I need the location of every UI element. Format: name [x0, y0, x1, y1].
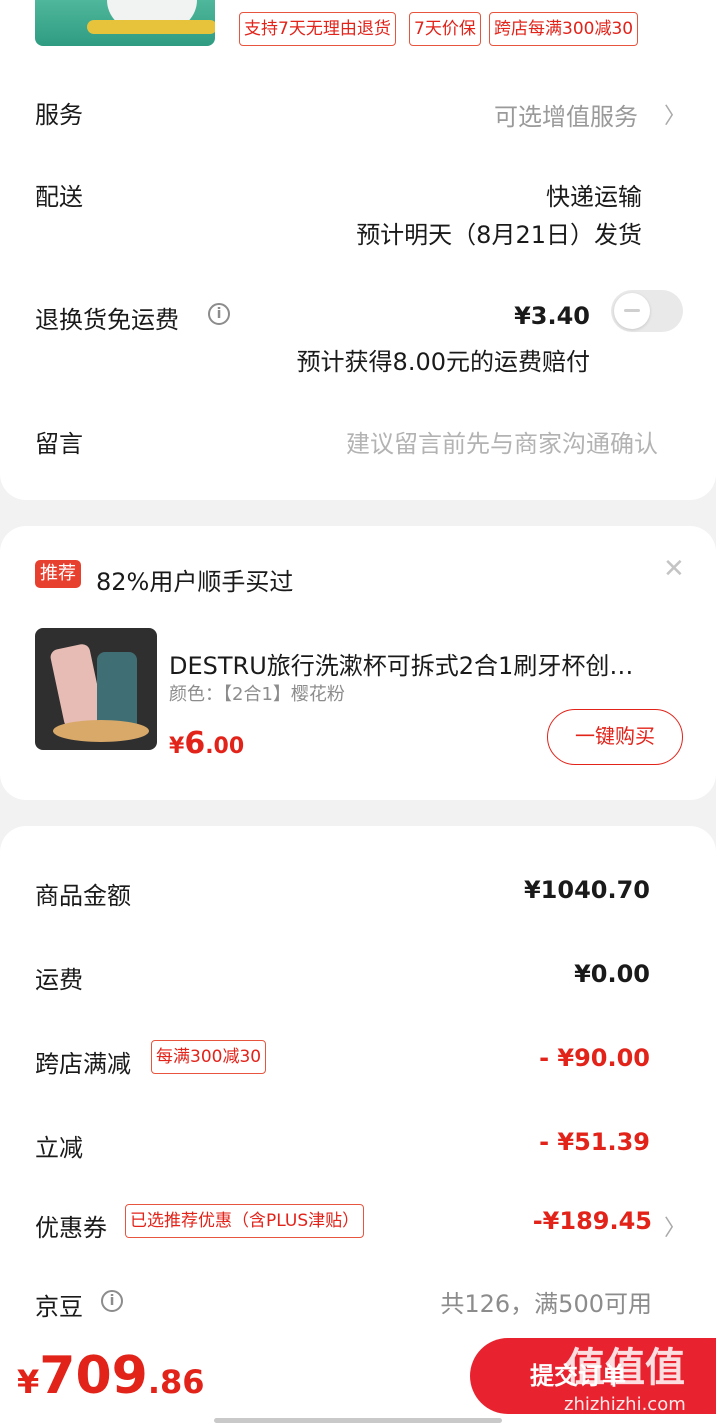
cross-store-value: - ¥90.00 [539, 1044, 650, 1072]
close-icon[interactable]: ✕ [663, 554, 685, 584]
goods-amount-value: ¥1040.70 [523, 876, 650, 904]
home-indicator[interactable] [214, 1418, 502, 1423]
instant-discount-label: 立减 [35, 1134, 83, 1162]
tag-7day-return: 支持7天无理由退货 [239, 12, 396, 46]
jingdou-value: 共126，满500可用 [440, 1290, 652, 1318]
service-value[interactable]: 可选增值服务 [440, 97, 638, 132]
coupon-tag[interactable]: 已选推荐优惠（含PLUS津贴） [125, 1204, 365, 1238]
return-insurance-label: 退换货免运费 [35, 306, 179, 334]
recommend-badge: 推荐 [35, 560, 81, 588]
watermark-url: zhizhizhi.com [564, 1394, 686, 1415]
tag-price-protect: 7天价保 [409, 12, 481, 46]
coupon-label: 优惠券 [35, 1214, 107, 1242]
recommendation-card: 推荐 82%用户顺手买过 ✕ DESTRU旅行洗漱杯可拆式2合1刷牙杯创… 颜色… [0, 526, 716, 800]
delivery-eta: 预计明天（8月21日）发货 [356, 221, 642, 249]
watermark-logo: 值值值 [565, 1345, 685, 1391]
instant-discount-value: - ¥51.39 [539, 1128, 650, 1156]
recommend-title: 82%用户顺手买过 [96, 568, 294, 596]
shipping-label: 运费 [35, 966, 83, 994]
info-icon[interactable]: i [208, 303, 230, 325]
price-currency: ¥ [169, 734, 185, 759]
delivery-label: 配送 [35, 183, 83, 211]
return-insurance-note: 预计获得8.00元的运费赔付 [296, 348, 590, 376]
chevron-right-icon[interactable]: 〉 [664, 98, 686, 130]
chevron-right-icon[interactable]: 〉 [664, 1210, 686, 1242]
total-decimal: .86 [147, 1363, 205, 1401]
one-click-buy-button[interactable]: 一键购买 [547, 709, 683, 765]
price-decimal: .00 [205, 734, 245, 759]
image-tray [53, 720, 149, 742]
goods-amount-label: 商品金额 [35, 882, 131, 910]
price-integer: 6 [184, 726, 206, 761]
toggle-knob [614, 293, 650, 329]
jingdou-label: 京豆 [35, 1293, 83, 1321]
thumbnail-base-shape [87, 20, 215, 34]
cross-store-label: 跨店满减 [35, 1050, 131, 1078]
coupon-value[interactable]: -¥189.45 [450, 1207, 652, 1235]
order-details-card: 支持7天无理由退货 7天价保 跨店每满300减30 服务 可选增值服务 〉 配送… [0, 0, 716, 500]
cross-store-tag: 每满300减30 [151, 1040, 267, 1074]
shipping-value: ¥0.00 [574, 960, 650, 988]
return-insurance-toggle[interactable] [611, 290, 683, 332]
message-label: 留言 [35, 430, 83, 458]
delivery-method[interactable]: 快递运输 [380, 177, 642, 212]
order-total: ¥709.86 [17, 1346, 205, 1406]
recommend-product-image[interactable] [35, 628, 157, 750]
recommend-price: ¥6.00 [169, 726, 244, 761]
return-insurance-price: ¥3.40 [514, 302, 590, 330]
total-integer: 709 [39, 1346, 148, 1406]
total-currency: ¥ [17, 1363, 40, 1401]
tag-cross-store: 跨店每满300减30 [489, 12, 639, 46]
recommend-product-spec: 颜色：【2合1】樱花粉 [169, 684, 345, 705]
info-icon[interactable]: i [101, 1290, 123, 1312]
recommend-product-name[interactable]: DESTRU旅行洗漱杯可拆式2合1刷牙杯创… [169, 646, 669, 681]
product-thumbnail[interactable] [35, 0, 215, 46]
service-label: 服务 [35, 101, 83, 129]
message-input[interactable]: 建议留言前先与商家沟通确认 [300, 424, 658, 459]
